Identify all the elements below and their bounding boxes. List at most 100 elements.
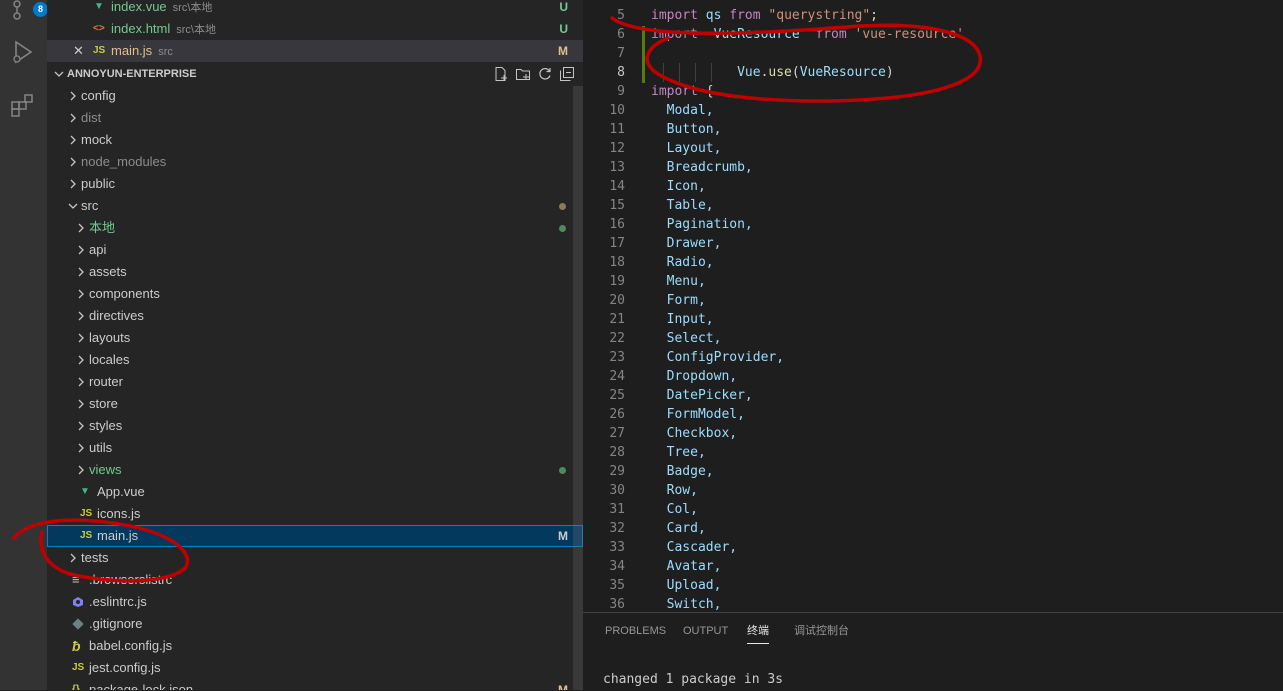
- refresh-icon[interactable]: [537, 66, 553, 82]
- tab-terminal[interactable]: 终端: [747, 623, 769, 644]
- line-number: 26: [609, 407, 625, 422]
- code-line[interactable]: Breadcrumb,: [651, 158, 753, 177]
- code-line[interactable]: Pagination,: [651, 215, 753, 234]
- code-line[interactable]: Dropdown,: [651, 367, 737, 386]
- folder-item[interactable]: store: [47, 393, 583, 415]
- code-line[interactable]: Avatar,: [651, 557, 722, 576]
- code-line[interactable]: Select,: [651, 329, 722, 348]
- code-line[interactable]: Form,: [651, 291, 706, 310]
- folder-item[interactable]: components: [47, 283, 583, 305]
- git-status-badge: U: [559, 0, 568, 14]
- chevron-right-icon: [75, 371, 87, 393]
- tab-debug-console[interactable]: 调试控制台: [794, 623, 849, 639]
- code-line[interactable]: Card,: [651, 519, 706, 538]
- eslint-icon: [72, 591, 84, 613]
- code-line[interactable]: DatePicker,: [651, 386, 753, 405]
- explorer-sidebar: ▼ index.vue src\本地 U <> index.html src\本地 …: [47, 0, 583, 690]
- code-line[interactable]: Upload,: [651, 576, 722, 595]
- code-line[interactable]: Modal,: [651, 101, 714, 120]
- folder-item[interactable]: layouts: [47, 327, 583, 349]
- tree-item-label: assets: [89, 264, 127, 279]
- tree-item-label: public: [81, 176, 115, 191]
- code-line[interactable]: Badge,: [651, 462, 714, 481]
- code-line[interactable]: Icon,: [651, 177, 706, 196]
- tree-item-label: dist: [81, 110, 102, 125]
- folder-item[interactable]: 本地: [47, 217, 583, 239]
- folder-item[interactable]: src: [47, 195, 583, 217]
- file-item[interactable]: ƀ babel.config.js: [47, 635, 583, 657]
- folder-item[interactable]: tests: [47, 547, 583, 569]
- tree-item-label: package-lock.json: [89, 682, 194, 690]
- terminal-output[interactable]: changed 1 package in 3s: [603, 672, 783, 687]
- explorer-header[interactable]: ANNOYUN-ENTERPRISE: [47, 63, 583, 85]
- code-line[interactable]: Menu,: [651, 272, 706, 291]
- source-control-icon[interactable]: 8: [9, 0, 48, 28]
- file-item[interactable]: ▼ App.vue: [47, 481, 583, 503]
- collapse-all-icon[interactable]: [559, 66, 575, 82]
- open-editor-item[interactable]: ▼ index.vue src\本地 U: [47, 0, 583, 18]
- folder-item[interactable]: api: [47, 239, 583, 261]
- indent-guide: [679, 63, 680, 82]
- folder-item[interactable]: utils: [47, 437, 583, 459]
- indent-guide: [695, 63, 696, 82]
- file-item[interactable]: {} package-lock.json M: [47, 679, 583, 690]
- code-line[interactable]: import VueResource from 'vue-resource': [651, 25, 964, 44]
- code-line[interactable]: Button,: [651, 120, 722, 139]
- explorer-scrollbar[interactable]: [573, 86, 583, 690]
- file-item[interactable]: .gitignore: [47, 613, 583, 635]
- line-number: 16: [609, 217, 625, 232]
- code-line[interactable]: import {: [651, 82, 714, 101]
- folder-item[interactable]: config: [47, 85, 583, 107]
- folder-item[interactable]: node_modules: [47, 151, 583, 173]
- tree-item-label: components: [89, 286, 160, 301]
- folder-item[interactable]: public: [47, 173, 583, 195]
- open-editor-item-active[interactable]: ✕ JS main.js src M: [47, 40, 583, 62]
- folder-item[interactable]: styles: [47, 415, 583, 437]
- folder-item[interactable]: assets: [47, 261, 583, 283]
- line-number: 12: [609, 141, 625, 156]
- code-line[interactable]: Cascader,: [651, 538, 737, 557]
- file-item[interactable]: JS jest.config.js: [47, 657, 583, 679]
- close-icon[interactable]: ✕: [73, 40, 84, 62]
- file-item[interactable]: JS main.js M: [47, 525, 583, 547]
- file-item[interactable]: JS icons.js: [47, 503, 583, 525]
- open-editor-name: index.vue: [111, 0, 167, 14]
- code-line[interactable]: Row,: [651, 481, 698, 500]
- code-line[interactable]: Table,: [651, 196, 714, 215]
- folder-item[interactable]: views: [47, 459, 583, 481]
- open-editor-desc: src\本地: [172, 2, 213, 14]
- tab-output[interactable]: OUTPUT: [683, 623, 728, 639]
- file-item[interactable]: ≡ .browserslistrc: [47, 569, 583, 591]
- open-editor-name: main.js: [111, 43, 153, 58]
- folder-item[interactable]: mock: [47, 129, 583, 151]
- folder-item[interactable]: locales: [47, 349, 583, 371]
- folder-item[interactable]: router: [47, 371, 583, 393]
- vue-file-icon: ▼: [80, 486, 90, 497]
- tab-problems[interactable]: PROBLEMS: [605, 623, 666, 639]
- code-line[interactable]: Checkbox,: [651, 424, 737, 443]
- extensions-icon[interactable]: [9, 92, 37, 120]
- code-line[interactable]: FormModel,: [651, 405, 745, 424]
- new-file-icon[interactable]: [493, 66, 509, 82]
- code-line[interactable]: Drawer,: [651, 234, 722, 253]
- code-line[interactable]: Layout,: [651, 139, 722, 158]
- code-line[interactable]: Radio,: [651, 253, 714, 272]
- code-line[interactable]: Input,: [651, 310, 714, 329]
- code-line[interactable]: Col,: [651, 500, 698, 519]
- code-line[interactable]: Tree,: [651, 443, 706, 462]
- folder-item[interactable]: directives: [47, 305, 583, 327]
- tree-item-label: mock: [81, 132, 113, 147]
- code-editor[interactable]: 5 import qs from "querystring"; 6 import Vu…: [583, 0, 1283, 612]
- tree-item-label: locales: [89, 352, 130, 367]
- chevron-right-icon: [75, 415, 87, 437]
- code-line[interactable]: ConfigProvider,: [651, 348, 784, 367]
- code-line[interactable]: import qs from "querystring";: [651, 6, 878, 25]
- file-item[interactable]: .eslintrc.js: [47, 591, 583, 613]
- folder-item[interactable]: dist: [47, 107, 583, 129]
- code-line[interactable]: Vue.use(VueResource): [651, 63, 894, 82]
- open-editor-item[interactable]: <> index.html src\本地 U: [47, 18, 583, 40]
- new-folder-icon[interactable]: [515, 66, 531, 82]
- tree-item-label: styles: [89, 418, 123, 433]
- import-member: FormModel,: [666, 407, 745, 422]
- run-debug-icon[interactable]: [9, 38, 37, 66]
